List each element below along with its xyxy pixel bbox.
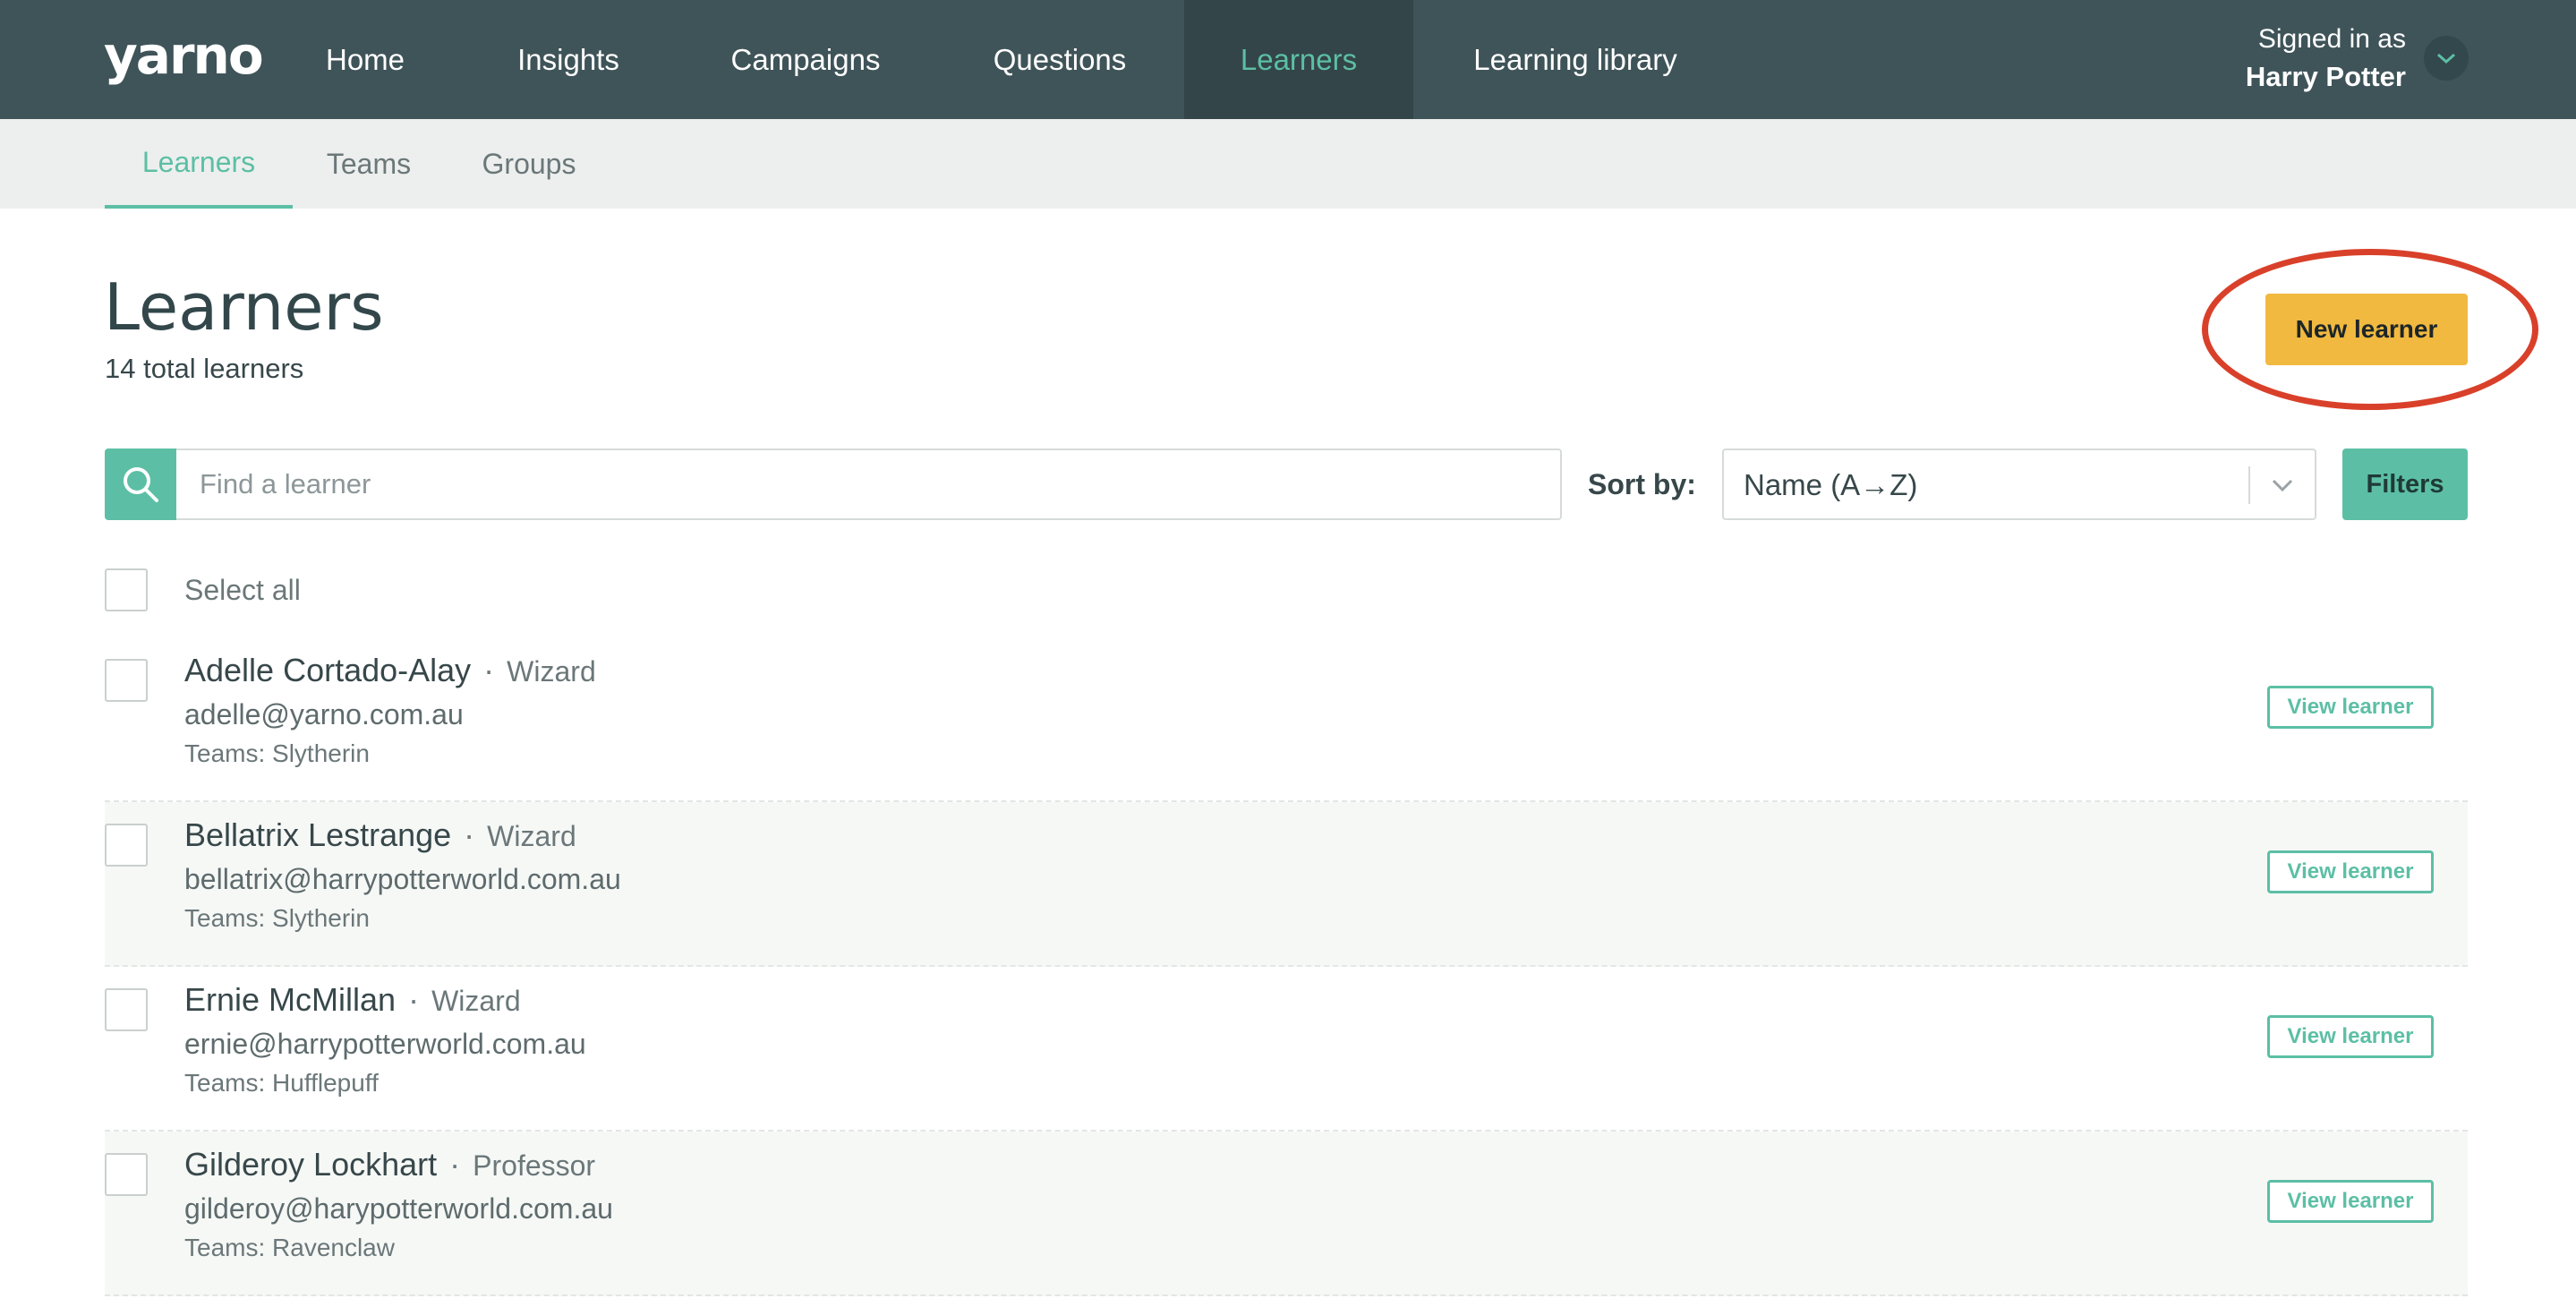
learner-name-line: Bellatrix Lestrange · Wizard: [184, 816, 576, 853]
yarno-logo[interactable]: yarno: [104, 25, 264, 86]
nav-item-learning-library[interactable]: Learning library: [1441, 0, 1710, 119]
sort-divider: [2248, 466, 2250, 504]
learner-email: bellatrix@harrypotterworld.com.au: [184, 863, 621, 895]
list-item: Ernie McMillan · Wizard ernie@harrypotterw…: [105, 967, 2468, 1132]
learner-name-line: Adelle Cortado-Alay · Wizard: [184, 652, 596, 688]
search-icon: [124, 467, 158, 502]
learner-name: Bellatrix Lestrange: [184, 816, 452, 853]
learner-name: Adelle Cortado-Alay: [184, 652, 472, 688]
list-item: Bellatrix Lestrange · Wizard bellatrix@har…: [105, 802, 2468, 967]
learner-checkbox[interactable]: [105, 659, 148, 702]
learner-email: gilderoy@harypotterworld.com.au: [184, 1192, 613, 1225]
list-item: Gilderoy Lockhart · Professor gilderoy@har…: [105, 1132, 2468, 1296]
learner-count: 14 total learners: [105, 353, 304, 384]
learner-name-line: Ernie McMillan · Wizard: [184, 981, 521, 1018]
view-learner-button[interactable]: View learner: [2267, 686, 2434, 729]
top-navigation: yarno Home Insights Campaigns Questions …: [0, 0, 2576, 119]
view-learner-button[interactable]: View learner: [2267, 1015, 2434, 1058]
learner-name-line: Gilderoy Lockhart · Professor: [184, 1146, 596, 1183]
nav-item-campaigns[interactable]: Campaigns: [707, 0, 904, 119]
learner-checkbox[interactable]: [105, 988, 148, 1031]
learner-teams: Teams: Slytherin: [184, 739, 370, 767]
page-title: Learners: [104, 269, 384, 345]
learner-teams: Teams: Ravenclaw: [184, 1234, 395, 1261]
learner-role: Professor: [473, 1149, 596, 1182]
learner-name: Ernie McMillan: [184, 981, 397, 1018]
nav-item-questions[interactable]: Questions: [958, 0, 1162, 119]
view-learner-button[interactable]: View learner: [2267, 850, 2434, 893]
nav-item-insights[interactable]: Insights: [483, 0, 653, 119]
learner-email: adelle@yarno.com.au: [184, 698, 464, 730]
learner-name: Gilderoy Lockhart: [184, 1146, 438, 1183]
list-item: Adelle Cortado-Alay · Wizard adelle@yarno.…: [105, 637, 2468, 802]
row-divider: [105, 1294, 2468, 1296]
select-all-label: Select all: [184, 574, 301, 606]
filters-button[interactable]: Filters: [2342, 448, 2468, 520]
learner-teams: Teams: Hufflepuff: [184, 1069, 379, 1097]
sub-navigation: Learners Teams Groups: [0, 119, 2576, 209]
tab-learners[interactable]: Learners: [105, 119, 293, 209]
user-name: Harry Potter: [2245, 61, 2406, 92]
user-menu-toggle[interactable]: [2424, 36, 2469, 81]
select-all-checkbox[interactable]: [105, 568, 148, 611]
signed-in-info[interactable]: Signed in as Harry Potter: [2246, 21, 2406, 97]
search-input[interactable]: [176, 448, 1562, 520]
tab-groups[interactable]: Groups: [469, 119, 589, 209]
signed-in-label: Signed in as: [2257, 24, 2406, 54]
chevron-down-icon: [2272, 479, 2293, 492]
search-button[interactable]: [105, 448, 176, 520]
learner-email: ernie@harrypotterworld.com.au: [184, 1028, 586, 1060]
learner-role: Wizard: [487, 820, 576, 852]
view-learner-button[interactable]: View learner: [2267, 1180, 2434, 1223]
sort-select[interactable]: Name (A→Z): [1722, 448, 2316, 520]
learner-checkbox[interactable]: [105, 1153, 148, 1196]
tab-teams[interactable]: Teams: [315, 119, 422, 209]
new-learner-button[interactable]: New learner: [2265, 294, 2468, 365]
chevron-down-icon: [2437, 53, 2455, 64]
sort-label: Sort by:: [1588, 468, 1696, 500]
sort-selected-value: Name (A→Z): [1744, 468, 1918, 501]
nav-item-home[interactable]: Home: [295, 0, 435, 119]
learner-role: Wizard: [507, 655, 596, 688]
learner-role: Wizard: [431, 985, 521, 1017]
learner-checkbox[interactable]: [105, 824, 148, 867]
learner-teams: Teams: Slytherin: [184, 904, 370, 932]
nav-item-learners[interactable]: Learners: [1184, 0, 1413, 119]
